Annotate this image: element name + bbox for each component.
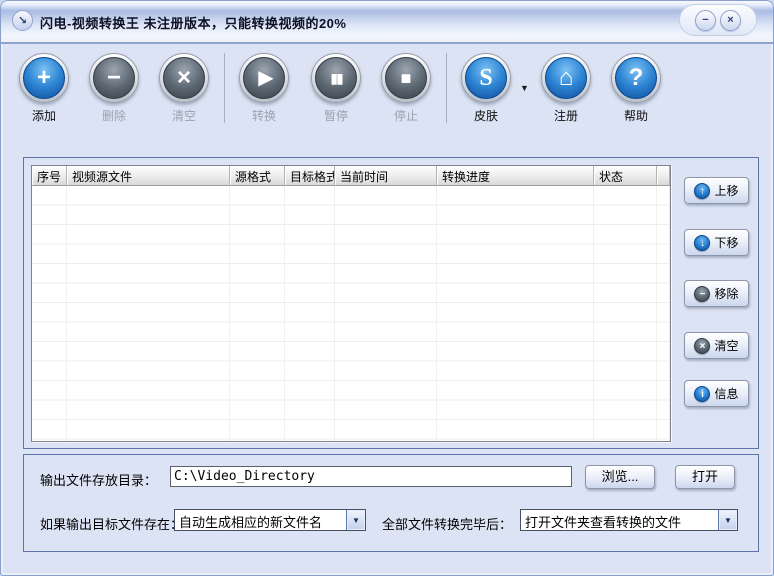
file-list-panel: 序号 视频源文件 源格式 目标格式 当前时间 转换进度 状态 ↑ 上移 ↓ 下移… xyxy=(23,157,759,449)
remove-button[interactable]: − 移除 xyxy=(684,280,749,307)
move-down-label: 下移 xyxy=(714,236,739,250)
column-header-source-file[interactable]: 视频源文件 xyxy=(67,166,230,186)
output-dir-input[interactable] xyxy=(170,466,572,487)
move-down-button[interactable]: ↓ 下移 xyxy=(684,229,749,256)
delete-minus-icon: − xyxy=(89,53,139,103)
skin-s-icon: S xyxy=(461,53,511,103)
help-question-icon: ? xyxy=(611,53,661,103)
after-convert-selected-value: 打开文件夹查看转换的文件 xyxy=(525,515,682,530)
output-dir-label: 输出文件存放目录： xyxy=(40,473,158,488)
clear-list-button[interactable]: × 清空 xyxy=(684,332,749,359)
file-list-table[interactable]: 序号 视频源文件 源格式 目标格式 当前时间 转换进度 状态 xyxy=(31,165,671,442)
chevron-down-icon[interactable]: ▼ xyxy=(718,510,737,530)
stop-button[interactable]: ■ 停止 xyxy=(378,53,434,124)
table-body-empty[interactable] xyxy=(32,186,670,441)
column-header-target-format[interactable]: 目标格式 xyxy=(285,166,335,186)
toolbar-separator xyxy=(446,53,447,123)
delete-button[interactable]: − 删除 xyxy=(86,53,142,124)
stop-icon: ■ xyxy=(381,53,431,103)
table-gridlines xyxy=(32,186,670,441)
convert-button[interactable]: ▶ 转换 xyxy=(236,53,292,124)
titlebar-controls-bump xyxy=(679,4,757,36)
column-header-current-time[interactable]: 当前时间 xyxy=(335,166,437,186)
skin-button[interactable]: S 皮肤 xyxy=(458,53,514,124)
convert-button-label: 转换 xyxy=(251,109,276,123)
titlebar: ↘ 闪电-视频转换王 未注册版本，只能转换视频的20% − × xyxy=(1,1,773,44)
open-button[interactable]: 打开 xyxy=(675,465,735,489)
close-button[interactable]: × xyxy=(720,10,741,31)
move-up-button[interactable]: ↑ 上移 xyxy=(684,177,749,204)
column-header-status[interactable]: 状态 xyxy=(594,166,657,186)
column-header-index[interactable]: 序号 xyxy=(32,166,67,186)
delete-button-label: 删除 xyxy=(101,109,126,123)
stop-button-label: 停止 xyxy=(393,109,418,123)
column-header-source-format[interactable]: 源格式 xyxy=(230,166,285,186)
app-window: ↘ 闪电-视频转换王 未注册版本，只能转换视频的20% − × + 添加 − 删… xyxy=(0,0,774,576)
output-settings-panel: 输出文件存放目录： 浏览... 打开 如果输出目标文件存在： 自动生成相应的新文… xyxy=(23,454,759,552)
register-home-icon: ⌂ xyxy=(541,53,591,103)
column-header-progress[interactable]: 转换进度 xyxy=(437,166,594,186)
window-title: 闪电-视频转换王 未注册版本，只能转换视频的20% xyxy=(40,16,347,31)
browse-button[interactable]: 浏览... xyxy=(585,465,655,489)
clear-x-icon: × xyxy=(159,53,209,103)
toolbar-separator xyxy=(224,53,225,123)
add-button[interactable]: + 添加 xyxy=(16,53,72,124)
clear-list-label: 清空 xyxy=(714,339,739,353)
info-label: 信息 xyxy=(714,387,739,401)
add-plus-icon: + xyxy=(19,53,69,103)
remove-icon: − xyxy=(694,285,711,302)
move-up-label: 上移 xyxy=(714,184,739,198)
column-header-filler xyxy=(657,166,670,186)
add-button-label: 添加 xyxy=(31,109,56,123)
info-button[interactable]: i 信息 xyxy=(684,380,749,407)
if-exists-label: 如果输出目标文件存在： xyxy=(40,517,184,532)
after-convert-label: 全部文件转换完毕后： xyxy=(382,517,513,532)
app-icon[interactable]: ↘ xyxy=(12,10,33,31)
register-button[interactable]: ⌂ 注册 xyxy=(538,53,594,124)
chevron-down-icon[interactable]: ▼ xyxy=(346,510,365,530)
help-button-label: 帮助 xyxy=(623,109,648,123)
if-exists-dropdown[interactable]: 自动生成相应的新文件名 ▼ xyxy=(174,509,366,531)
after-convert-dropdown[interactable]: 打开文件夹查看转换的文件 ▼ xyxy=(520,509,738,531)
info-icon: i xyxy=(694,385,711,402)
minimize-button[interactable]: − xyxy=(695,10,716,31)
if-exists-selected-value: 自动生成相应的新文件名 xyxy=(179,515,323,530)
help-button[interactable]: ? 帮助 xyxy=(608,53,664,124)
skin-button-label: 皮肤 xyxy=(473,109,498,123)
app-icon-glyph: ↘ xyxy=(17,15,28,27)
clear-list-icon: × xyxy=(694,337,711,354)
clear-button[interactable]: × 清空 xyxy=(156,53,212,124)
skin-dropdown-arrow-icon[interactable]: ▼ xyxy=(520,83,529,93)
pause-icon: ▮▮ xyxy=(311,53,361,103)
move-up-icon: ↑ xyxy=(694,182,711,199)
toolbar: + 添加 − 删除 × 清空 ▶ 转换 ▮▮ 暂停 ■ 停止 S 皮肤 ▼ ⌂ … xyxy=(1,46,773,154)
remove-label: 移除 xyxy=(714,287,739,301)
convert-play-icon: ▶ xyxy=(239,53,289,103)
table-header: 序号 视频源文件 源格式 目标格式 当前时间 转换进度 状态 xyxy=(32,166,670,186)
register-button-label: 注册 xyxy=(553,109,578,123)
pause-button-label: 暂停 xyxy=(323,109,348,123)
clear-button-label: 清空 xyxy=(171,109,196,123)
pause-button[interactable]: ▮▮ 暂停 xyxy=(308,53,364,124)
move-down-icon: ↓ xyxy=(694,234,711,251)
